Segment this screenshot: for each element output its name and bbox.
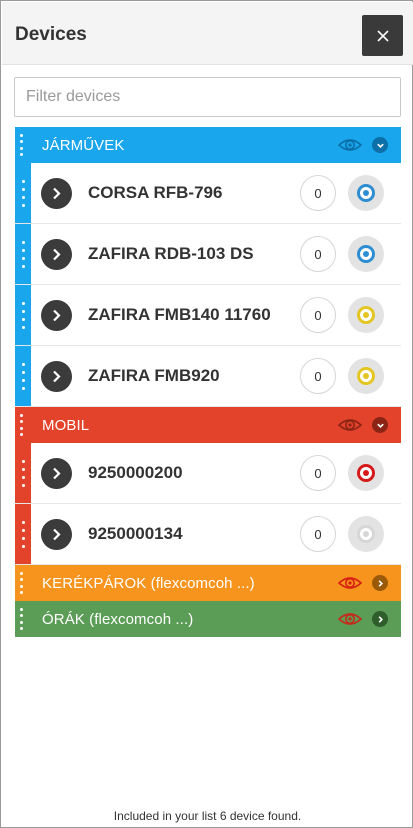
group-name: ÓRÁK (flexcomcoh ...)	[42, 610, 194, 628]
event-count-badge[interactable]: 0	[300, 175, 336, 211]
panel-header: Devices	[2, 2, 413, 65]
device-row: ZAFIRA FMB140 11760 0	[15, 285, 401, 346]
status-dot	[363, 312, 369, 318]
status-target-icon	[357, 464, 375, 482]
chevron-right-icon	[378, 579, 383, 587]
device-group-list: JÁRMŰVEK CORSA RFB-796 0 ZAFIRA RDB-103 DS 0…	[15, 127, 401, 637]
expand-device-button[interactable]	[41, 239, 72, 270]
expand-device-button[interactable]	[41, 178, 72, 209]
group-header[interactable]: MOBIL	[15, 407, 401, 443]
device-status-button[interactable]	[348, 297, 384, 333]
status-target-icon	[357, 184, 375, 202]
chevron-down-icon	[376, 423, 384, 428]
expand-device-button[interactable]	[41, 300, 72, 331]
chevron-down-icon	[376, 143, 384, 148]
filter-devices-input[interactable]	[14, 77, 401, 117]
expand-group-button[interactable]	[372, 575, 388, 591]
visibility-eye-icon[interactable]	[338, 416, 362, 434]
chevron-right-icon	[378, 615, 383, 623]
drag-handle[interactable]	[15, 285, 31, 345]
close-icon	[376, 29, 389, 42]
group-header[interactable]: KERÉKPÁROK (flexcomcoh ...)	[15, 565, 401, 601]
device-name: 9250000134	[88, 524, 183, 543]
chevron-right-icon	[53, 528, 61, 541]
group-header[interactable]: ÓRÁK (flexcomcoh ...)	[15, 601, 401, 637]
chevron-right-icon	[53, 248, 61, 261]
status-target-icon	[357, 245, 375, 263]
drag-handle[interactable]	[15, 224, 31, 284]
drag-handle[interactable]	[20, 134, 24, 156]
drag-handle[interactable]	[20, 608, 24, 630]
expand-device-button[interactable]	[41, 519, 72, 550]
visibility-eye-icon[interactable]	[338, 610, 362, 628]
status-dot	[363, 470, 369, 476]
event-count-badge[interactable]: 0	[300, 297, 336, 333]
collapse-group-button[interactable]	[372, 137, 388, 153]
group-name: MOBIL	[42, 416, 90, 434]
expand-group-button[interactable]	[372, 611, 388, 627]
group-name: JÁRMŰVEK	[42, 136, 125, 154]
device-status-button[interactable]	[348, 175, 384, 211]
expand-device-button[interactable]	[41, 458, 72, 489]
status-dot	[363, 531, 369, 537]
device-name: ZAFIRA FMB140 11760	[88, 305, 271, 324]
device-status-button[interactable]	[348, 236, 384, 272]
group-header[interactable]: JÁRMŰVEK	[15, 127, 401, 163]
drag-handle[interactable]	[15, 443, 31, 503]
status-target-icon	[357, 306, 375, 324]
device-name: CORSA RFB-796	[88, 183, 223, 202]
status-dot	[363, 251, 369, 257]
event-count-badge[interactable]: 0	[300, 236, 336, 272]
device-name: 9250000200	[88, 463, 183, 482]
device-name: ZAFIRA FMB920	[88, 366, 220, 385]
panel-title: Devices	[15, 24, 87, 45]
chevron-right-icon	[53, 309, 61, 322]
status-dot	[363, 373, 369, 379]
device-row: ZAFIRA RDB-103 DS 0	[15, 224, 401, 285]
visibility-eye-icon[interactable]	[338, 574, 362, 592]
devices-panel: Devices JÁRMŰVEKCORSA RFB-7960ZAFIRA RDB…	[0, 0, 413, 828]
expand-device-button[interactable]	[41, 361, 72, 392]
visibility-eye-icon[interactable]	[338, 136, 362, 154]
device-row: CORSA RFB-796 0	[15, 163, 401, 224]
device-row: 9250000134 0	[15, 504, 401, 565]
event-count-badge[interactable]: 0	[300, 358, 336, 394]
device-status-button[interactable]	[348, 358, 384, 394]
drag-handle[interactable]	[20, 572, 24, 594]
drag-handle[interactable]	[20, 414, 24, 436]
device-status-button[interactable]	[348, 516, 384, 552]
status-target-icon	[357, 525, 375, 543]
device-status-button[interactable]	[348, 455, 384, 491]
group-name: KERÉKPÁROK (flexcomcoh ...)	[42, 574, 255, 592]
drag-handle[interactable]	[15, 163, 31, 223]
event-count-badge[interactable]: 0	[300, 516, 336, 552]
device-count-footer: Included in your list 6 device found.	[113, 809, 302, 823]
collapse-group-button[interactable]	[372, 417, 388, 433]
device-row: ZAFIRA FMB920 0	[15, 346, 401, 407]
drag-handle[interactable]	[15, 346, 31, 406]
device-name: ZAFIRA RDB-103 DS	[88, 244, 254, 263]
status-dot	[363, 190, 369, 196]
event-count-badge[interactable]: 0	[300, 455, 336, 491]
chevron-right-icon	[53, 467, 61, 480]
device-row: 9250000200 0	[15, 443, 401, 504]
drag-handle[interactable]	[15, 504, 31, 564]
status-target-icon	[357, 367, 375, 385]
chevron-right-icon	[53, 370, 61, 383]
close-button[interactable]	[362, 15, 403, 56]
chevron-right-icon	[53, 187, 61, 200]
